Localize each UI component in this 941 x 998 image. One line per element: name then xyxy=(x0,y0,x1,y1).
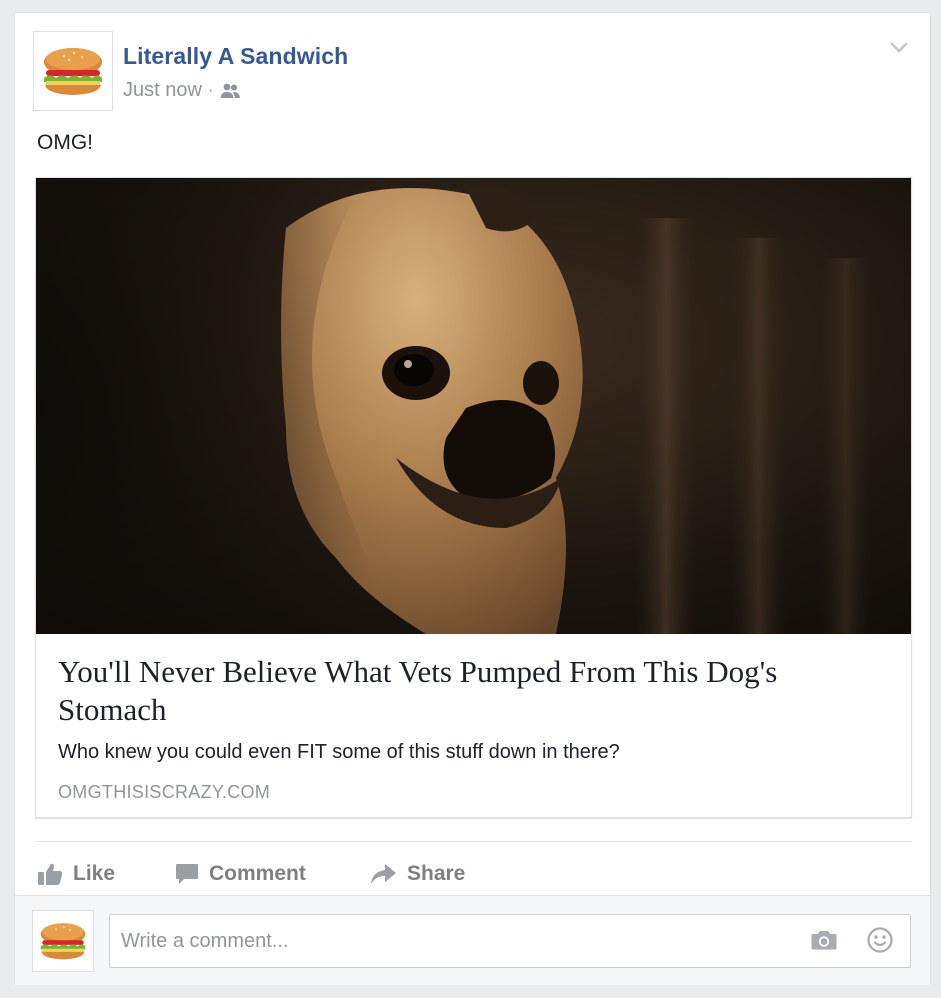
camera-icon[interactable] xyxy=(810,928,838,952)
post-card: Literally A Sandwich Just now · OMG! You… xyxy=(14,12,931,985)
sandwich-logo-icon xyxy=(44,48,102,95)
share-button[interactable]: Share xyxy=(369,856,465,892)
smiley-icon[interactable] xyxy=(866,926,894,954)
post-status-text: OMG! xyxy=(37,131,93,154)
commenter-avatar[interactable] xyxy=(32,910,94,972)
share-arrow-icon xyxy=(371,864,396,884)
link-title[interactable]: You'll Never Believe What Vets Pumped Fr… xyxy=(58,653,888,729)
author-avatar[interactable] xyxy=(33,31,113,111)
post-author-name[interactable]: Literally A Sandwich xyxy=(123,43,348,70)
comment-composer xyxy=(15,895,930,985)
meta-separator: · xyxy=(207,81,214,99)
thumbs-up-icon xyxy=(38,863,63,885)
post-meta: Just now · xyxy=(123,79,241,102)
post-timestamp[interactable]: Just now xyxy=(123,79,202,102)
sandwich-logo-icon xyxy=(40,923,86,960)
comment-button[interactable]: Comment xyxy=(175,856,306,892)
link-description: Who knew you could even FIT some of this… xyxy=(58,741,620,763)
comment-input-box xyxy=(109,914,911,968)
like-button[interactable]: Like xyxy=(37,856,115,892)
comment-label: Comment xyxy=(209,862,306,885)
share-label: Share xyxy=(407,862,466,885)
pug-photo xyxy=(36,178,911,634)
like-label: Like xyxy=(73,862,116,885)
friends-icon[interactable] xyxy=(219,82,241,100)
actions-divider xyxy=(35,841,912,842)
comment-input[interactable] xyxy=(110,915,812,967)
chevron-down-icon[interactable] xyxy=(888,39,910,55)
speech-bubble-icon xyxy=(176,864,198,884)
link-domain: OMGTHISISCRAZY.COM xyxy=(58,782,271,802)
link-preview-card[interactable]: You'll Never Believe What Vets Pumped Fr… xyxy=(35,177,912,818)
